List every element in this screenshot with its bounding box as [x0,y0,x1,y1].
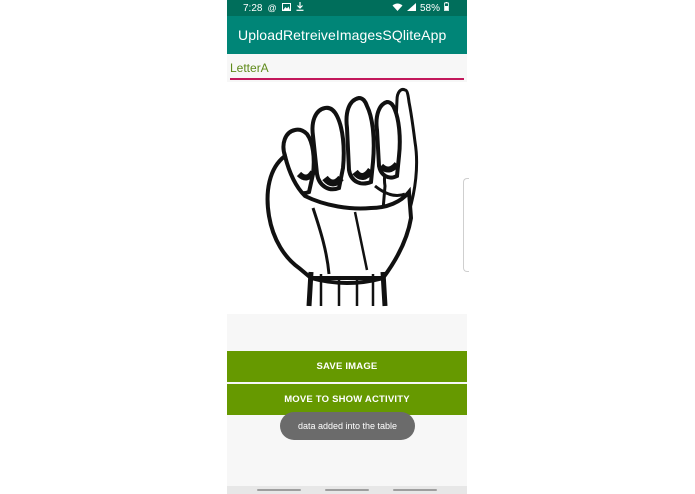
battery-percent: 58% [419,2,440,14]
nav-recent-pill[interactable] [257,489,301,491]
battery-icon [444,0,449,16]
move-to-show-activity-button[interactable]: MOVE TO SHOW ACTIVITY [227,384,467,415]
download-icon [296,0,304,16]
status-bar: 7:28 @ 58% [227,0,467,16]
edge-panel-handle[interactable] [463,178,469,272]
screen: 7:28 @ 58% UploadRetreiveImagesSQliteApp… [0,0,695,494]
app-title: UploadRetreiveImagesSQliteApp [238,27,447,43]
name-field[interactable] [230,58,464,80]
status-left: 7:28 @ [243,0,304,16]
signal-icon [406,0,416,16]
gesture-nav-bar [227,486,467,494]
name-field-container [230,58,464,80]
status-right: 58% [392,0,449,16]
status-time: 7:28 [243,2,263,14]
nav-back-pill[interactable] [393,489,437,491]
image-icon [281,0,291,16]
toast-message: data added into the table [280,412,415,440]
image-preview[interactable] [227,82,467,314]
app-bar: UploadRetreiveImagesSQliteApp [227,16,467,54]
hand-sign-letter-a-icon [265,88,419,307]
at-sign-icon: @ [267,3,277,13]
wifi-icon [392,0,403,16]
save-image-button[interactable]: SAVE IMAGE [227,351,467,382]
nav-home-pill[interactable] [325,489,369,491]
